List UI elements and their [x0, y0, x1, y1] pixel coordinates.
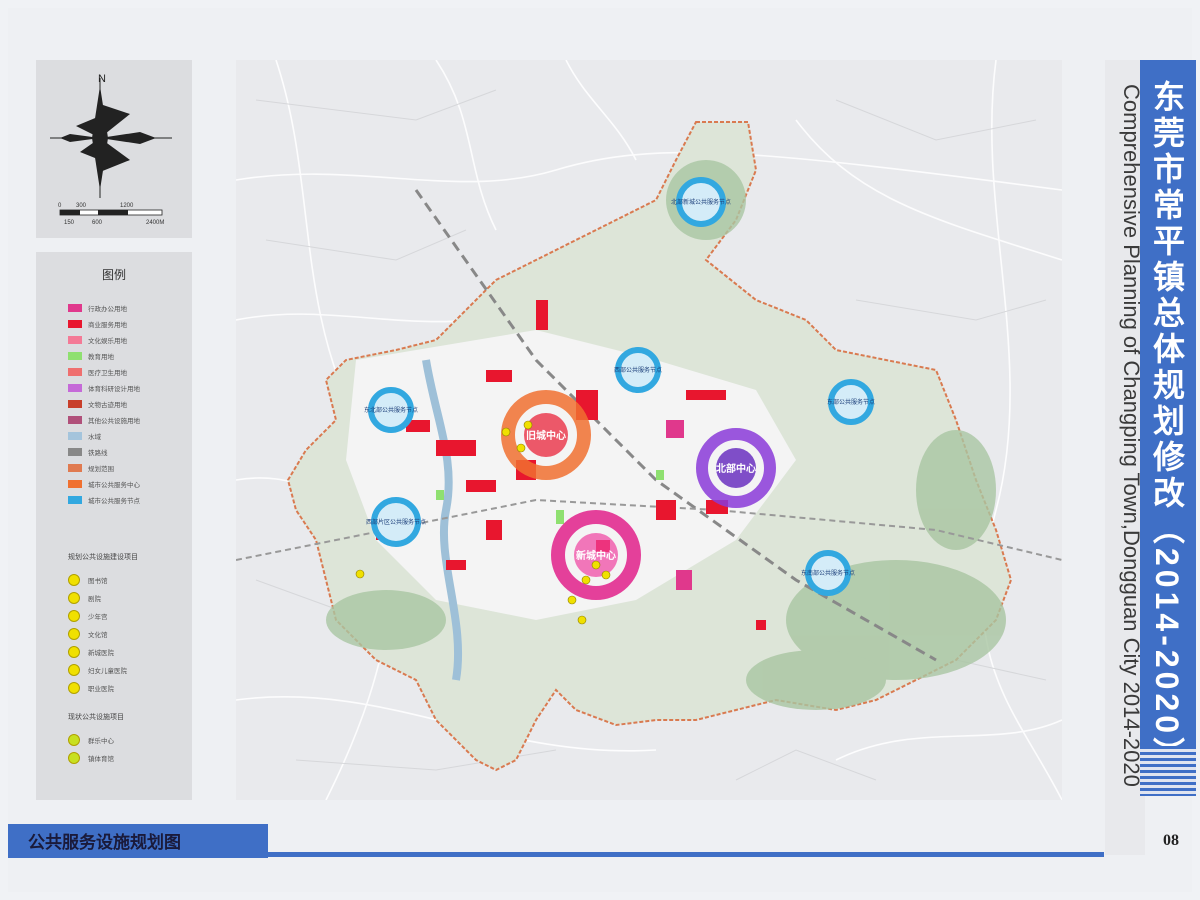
planned-project-label: 剧院: [88, 594, 101, 603]
title-english: Comprehensive Planning of Changping Town…: [1119, 84, 1144, 787]
project-marker-icon: [68, 663, 80, 676]
legend-item: 文化娱乐用地: [68, 334, 127, 345]
legend-swatch: [68, 383, 82, 392]
legend-panel: 图例 行政办公用地 商业服务用地 文化娱乐用地 教育用地医疗卫生用地体育科研设计用地文…: [36, 252, 192, 800]
planned-project-item: 新城医院: [68, 645, 114, 658]
north-arrow-icon: N 0 300 1200 150 600 2400M: [50, 73, 172, 226]
svg-text:150: 150: [64, 220, 75, 226]
map-title: 公共服务设施规划图: [28, 833, 181, 852]
legend-swatch: [68, 367, 82, 376]
planned-project-item: 剧院: [68, 591, 101, 604]
legend-swatch: [68, 447, 82, 456]
page-number: 08: [1163, 832, 1179, 849]
legend-item: 教育用地: [68, 350, 114, 361]
project-marker-icon: [68, 627, 80, 640]
svg-text:北部中心: 北部中心: [716, 462, 756, 475]
legend-label: 其他公共设施用地: [88, 416, 140, 425]
svg-text:旧城中心: 旧城中心: [526, 429, 566, 442]
existing-project-label: 群乐中心: [88, 736, 114, 745]
legend-label: 水域: [88, 432, 101, 441]
svg-text:东南部公共服务节点: 东南部公共服务节点: [801, 569, 855, 577]
legend-item: 铁路线: [68, 446, 108, 457]
legend-label: 铁路线: [88, 448, 108, 457]
project-marker-icon: [68, 573, 80, 586]
planned-project-item: 妇女儿童医院: [68, 663, 127, 676]
legend-label: 行政办公用地: [88, 304, 127, 313]
planned-project-label: 图书馆: [88, 576, 108, 585]
existing-project-label: 镇体育馆: [88, 754, 114, 763]
service-node[interactable]: 西部公共服务节点: [614, 347, 662, 393]
legend-swatch: [68, 415, 82, 424]
legend-swatch: [68, 351, 82, 360]
legend-item: 其他公共设施用地: [68, 414, 140, 425]
existing-projects-heading: 现状公共设施项目: [68, 713, 124, 721]
north-label: N: [98, 73, 106, 85]
planned-project-label: 少年宫: [88, 612, 108, 621]
legend-label: 文化娱乐用地: [88, 336, 127, 345]
legend-swatch: [68, 463, 82, 472]
legend-label: 商业服务用地: [88, 320, 127, 329]
project-marker-icon: [68, 733, 80, 746]
legend-label: 城市公共服务中心: [88, 480, 140, 489]
service-node[interactable]: 东部公共服务节点: [827, 379, 875, 425]
planned-project-item: 职业医院: [68, 681, 114, 694]
svg-text:西部片区公共服务节点: 西部片区公共服务节点: [366, 518, 426, 526]
legend-label: 文物古迹用地: [88, 400, 127, 409]
svg-text:北部新城公共服务节点: 北部新城公共服务节点: [671, 198, 731, 206]
legend-swatch: [68, 495, 82, 504]
legend-label: 规划范围: [88, 464, 114, 473]
legend-title: 图例: [101, 268, 126, 282]
legend-swatch: [68, 479, 82, 488]
svg-text:西部公共服务节点: 西部公共服务节点: [614, 366, 662, 374]
project-marker-icon: [68, 609, 80, 622]
legend-item: 水域: [68, 430, 101, 441]
svg-text:2400M: 2400M: [146, 220, 164, 226]
legend-item: 商业服务用地: [68, 318, 127, 329]
legend-item: 规划范围: [68, 462, 114, 473]
planning-map[interactable]: 旧城中心 新城中心 北部中心 北部新城公共服务节点 西部公共服务节点 东部公共服…: [236, 60, 1062, 800]
planned-project-item: 文化馆: [68, 627, 108, 640]
svg-text:600: 600: [92, 220, 103, 226]
legend-label: 医疗卫生用地: [88, 368, 127, 377]
planned-project-item: 少年宫: [68, 609, 108, 622]
svg-text:东部公共服务节点: 东部公共服务节点: [827, 398, 875, 406]
title-stripes: [1140, 746, 1196, 796]
legend-label: 城市公共服务节点: [88, 496, 140, 505]
legend-item: 城市公共服务中心: [68, 478, 140, 489]
legend-item: 行政办公用地: [68, 302, 127, 313]
planned-project-label: 职业医院: [88, 684, 114, 693]
legend-item: 城市公共服务节点: [68, 494, 140, 505]
legend-item: 医疗卫生用地: [68, 366, 127, 377]
planned-project-label: 新城医院: [88, 648, 114, 657]
legend-swatch: [68, 431, 82, 440]
svg-text:300: 300: [76, 203, 87, 209]
compass-panel: N 0 300 1200 150 600 2400M: [36, 60, 192, 238]
project-marker-icon: [68, 591, 80, 604]
legend-label: 体育科研设计用地: [88, 384, 140, 393]
project-marker-icon: [68, 681, 80, 694]
svg-text:新城中心: 新城中心: [576, 549, 616, 562]
project-marker-icon: [68, 645, 80, 658]
map-canvas: 旧城中心 新城中心 北部中心 北部新城公共服务节点 西部公共服务节点 东部公共服…: [236, 60, 1062, 800]
planned-project-item: 图书馆: [68, 573, 108, 586]
scale-bar: 0 300 1200 150 600 2400M: [58, 203, 164, 226]
legend-swatch: [68, 399, 82, 408]
planned-projects-heading: 规划公共设施建设项目: [68, 553, 138, 561]
legend-item: 体育科研设计用地: [68, 382, 140, 393]
legend-swatch: [68, 303, 82, 312]
legend-label: 教育用地: [88, 352, 114, 361]
legend-swatch: [68, 335, 82, 344]
legend-swatch: [68, 319, 82, 328]
planned-project-label: 妇女儿童医院: [88, 666, 127, 675]
planned-project-label: 文化馆: [88, 630, 108, 639]
svg-text:0: 0: [58, 203, 62, 209]
existing-project-item: 镇体育馆: [68, 751, 114, 764]
svg-text:东北部公共服务节点: 东北部公共服务节点: [364, 406, 418, 414]
legend-item: 文物古迹用地: [68, 398, 127, 409]
title-chinese: 东莞市常平镇总体规划修改（2014-2020）: [1149, 80, 1185, 774]
bottom-line: [268, 852, 1104, 857]
project-marker-icon: [68, 751, 80, 764]
existing-project-item: 群乐中心: [68, 733, 114, 746]
svg-text:1200: 1200: [120, 203, 134, 209]
